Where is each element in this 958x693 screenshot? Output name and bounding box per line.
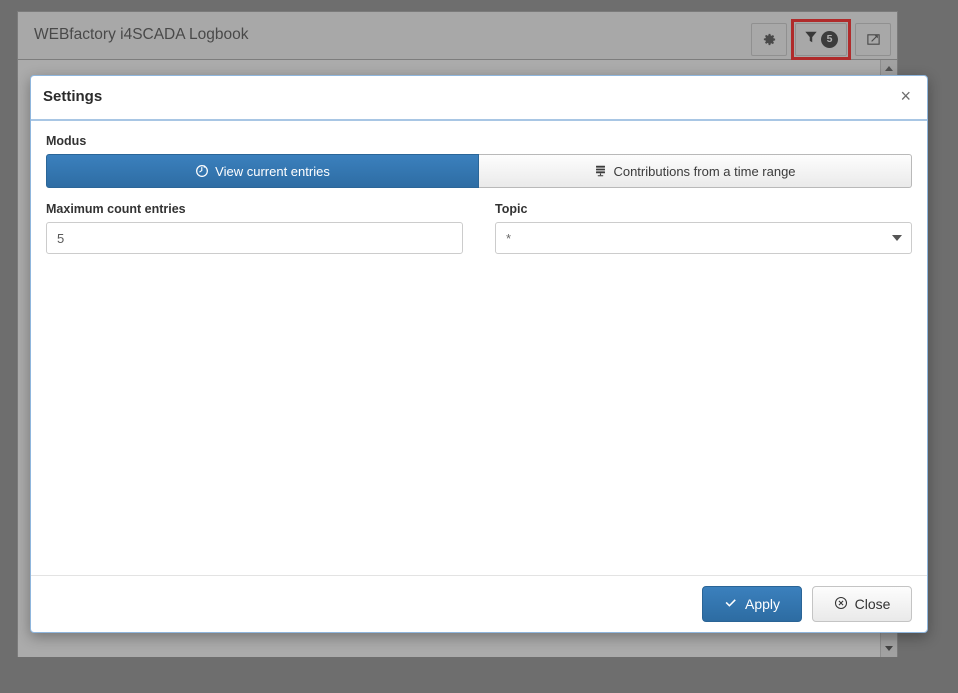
close-icon[interactable]: × [896, 85, 915, 107]
modus-option-label: View current entries [215, 163, 330, 179]
topic-label: Topic [495, 202, 528, 216]
modus-option-contributions-time-range[interactable]: Contributions from a time range [479, 154, 912, 188]
topic-select-wrapper: * [495, 222, 912, 254]
close-button-label: Close [854, 596, 891, 612]
max-count-field-group: Maximum count entries [46, 202, 463, 254]
refresh-circle-icon [195, 164, 209, 178]
settings-fields-row: Maximum count entries Topic * [46, 202, 912, 254]
close-button[interactable]: Close [812, 586, 912, 622]
dialog-body: Modus View current entries Contributions… [31, 121, 927, 575]
modus-option-view-current-entries[interactable]: View current entries [46, 154, 479, 188]
topic-select[interactable]: * [495, 222, 912, 254]
check-icon [724, 596, 738, 613]
modus-option-label: Contributions from a time range [613, 163, 796, 179]
dialog-title: Settings [43, 88, 103, 105]
modus-label: Modus [46, 134, 87, 148]
server-stack-icon [594, 164, 607, 178]
apply-button-label: Apply [744, 596, 781, 612]
dialog-header: Settings × [31, 76, 927, 121]
topic-field-group: Topic * [495, 202, 912, 254]
settings-dialog: Settings × Modus View current entries Co… [30, 75, 928, 633]
apply-button[interactable]: Apply [702, 586, 802, 622]
modus-button-group: View current entries Contributions from … [46, 154, 912, 188]
max-count-input[interactable] [46, 222, 463, 254]
circle-x-icon [834, 596, 848, 613]
dialog-footer: Apply Close [31, 575, 927, 632]
max-count-label: Maximum count entries [46, 202, 186, 216]
